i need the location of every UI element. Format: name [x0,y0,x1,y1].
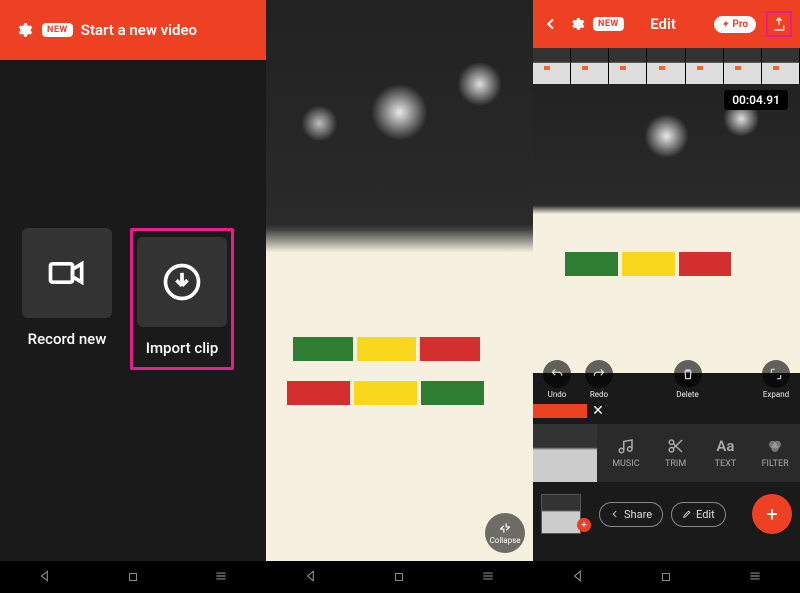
android-navbar [266,561,533,593]
nav-back-icon[interactable] [304,568,318,587]
clip-thumbnail[interactable] [541,494,581,534]
filter-tool[interactable]: FILTER [750,424,800,482]
edit-controls: Undo Redo Delete Expand [533,360,800,404]
filter-label: FILTER [762,459,789,469]
import-clip-label: Import clip [146,339,219,357]
share-label: Share [624,508,652,521]
text-label: TEXT [715,459,737,469]
collapse-label: Collapse [490,536,521,545]
clip-preview[interactable] [533,424,597,482]
nav-home-icon[interactable] [127,568,139,587]
edit-screen: NEW Edit Pro 00:04.91 Undo Redo [533,0,800,593]
start-screen: NEW Start a new video Record new Import … [0,0,266,593]
edit-header: NEW Edit Pro [533,0,800,48]
close-icon[interactable]: ✕ [589,402,607,420]
nav-home-icon[interactable] [393,568,405,587]
expand-button[interactable]: Expand [762,360,790,404]
edit-preview[interactable] [533,84,800,373]
android-navbar [0,561,266,593]
back-icon[interactable] [541,14,561,34]
export-button[interactable] [766,11,792,37]
expand-label: Expand [763,390,789,399]
edit-title: Edit [618,15,709,33]
nav-back-icon[interactable] [571,568,585,587]
gear-icon[interactable] [567,14,587,34]
text-tool[interactable]: Aa TEXT [701,424,751,482]
timeline-marker[interactable] [533,404,587,418]
collapse-button[interactable]: Collapse [485,513,525,553]
nav-recent-icon[interactable] [481,568,495,587]
preview-screen: Collapse [266,0,533,593]
pro-label: Pro [732,19,748,30]
pro-badge[interactable]: Pro [714,16,756,33]
new-badge: NEW [42,23,73,37]
trim-tool[interactable]: TRIM [651,424,701,482]
trim-label: TRIM [665,459,686,469]
action-tiles: Record new Import clip [22,228,234,370]
nav-back-icon[interactable] [38,568,52,587]
camera-icon [22,228,112,318]
edit-button[interactable]: Edit [671,502,726,527]
redo-button[interactable]: Redo [585,360,613,404]
redo-label: Redo [590,390,608,399]
bottom-bar: + Share Edit + [533,486,800,542]
header-bar: NEW Start a new video [0,0,266,60]
timestamp: 00:04.91 [724,90,788,110]
undo-button[interactable]: Undo [543,360,571,404]
add-fab[interactable]: + [752,494,792,534]
delete-label: Delete [676,390,699,399]
music-tool[interactable]: MUSIC [601,424,651,482]
nav-recent-icon[interactable] [214,568,228,587]
download-circle-icon [137,237,227,327]
delete-button[interactable]: Delete [674,360,702,404]
header-title: Start a new video [81,21,197,39]
import-clip-tile[interactable]: Import clip [130,228,234,370]
gear-icon[interactable] [14,20,34,40]
music-label: MUSIC [612,459,639,469]
android-navbar [533,561,800,593]
timeline-thumbnails[interactable] [533,48,800,84]
record-new-tile[interactable]: Record new [22,228,112,370]
tool-row: MUSIC TRIM Aa TEXT FILTER [533,424,800,482]
video-preview[interactable] [266,0,533,561]
add-clip-small-icon[interactable]: + [577,518,591,532]
share-button[interactable]: Share [599,502,663,527]
nav-recent-icon[interactable] [748,568,762,587]
edit-label: Edit [696,508,715,521]
record-new-label: Record new [28,330,107,348]
nav-home-icon[interactable] [660,568,672,587]
undo-label: Undo [548,390,567,399]
